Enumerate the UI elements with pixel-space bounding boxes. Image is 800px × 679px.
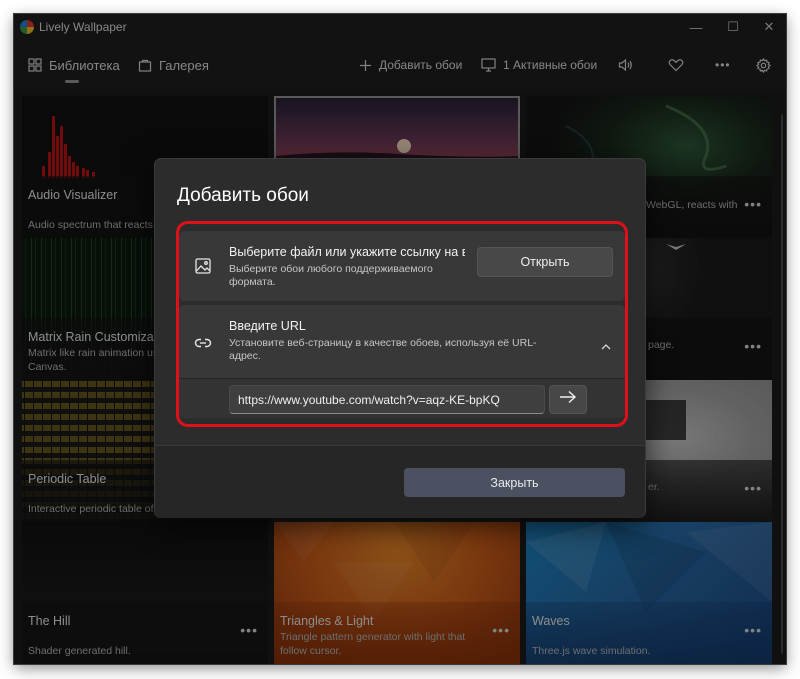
highlight-annotation: [176, 221, 628, 427]
dialog-title: Добавить обои: [177, 185, 309, 206]
close-dialog-button[interactable]: Закрыть: [404, 468, 625, 497]
dialog-footer: Закрыть: [155, 446, 645, 518]
